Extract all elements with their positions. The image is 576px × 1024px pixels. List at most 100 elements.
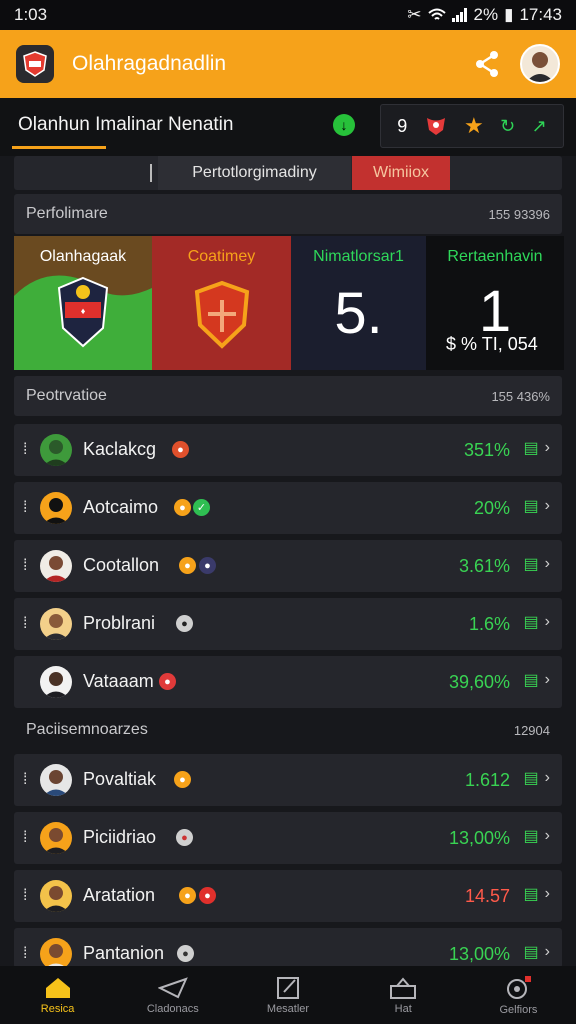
list-item-name: Aotcaimo [83,497,159,517]
medal-badge-icon: ● [174,499,191,516]
chevron-right-icon[interactable]: › [545,769,550,787]
list-item[interactable]: Vataaam ● 39,60% ▤ › [14,656,562,708]
list-item[interactable]: ⁞ Povaltiak ● 1.612 ▤ › [14,754,562,806]
list-item[interactable]: ⁞ Aotcaimo ● ✓ 20% ▤ › [14,482,562,534]
battery-percent: 2% [473,5,499,24]
nav-home[interactable]: Resica [0,966,115,1024]
chevron-right-icon[interactable]: › [545,555,550,573]
nav-note-label: Mesatler [266,1002,310,1015]
person-icon [43,614,69,640]
stats-icon[interactable]: ▤ [524,496,539,516]
list-item-value: 351% [463,440,510,460]
nav-note[interactable]: Mesatler [230,966,345,1024]
section-b-count: 12904 [513,722,550,738]
row-actions: ▤ › [524,826,550,846]
list-item[interactable]: ⁞ Kaclakcg ● 351% ▤ › [14,424,562,476]
stats-icon[interactable]: ▤ [524,438,539,458]
active-tab-indicator [12,146,106,149]
segment-tab-b[interactable]: Wimiiox [352,156,450,190]
list-item[interactable]: ⁞ Pantanion ● 13,00% ▤ › [14,928,562,970]
list-item[interactable]: ⁞ Problrani ● 1.6% ▤ › [14,598,562,650]
share-icon[interactable] [472,49,502,79]
download-icon[interactable]: ↓ [333,114,355,136]
segmented-control: Pertotlorgimadiny Wimiiox [14,156,562,190]
home-icon [45,977,70,998]
list-item-name: Kaclakcg [83,439,157,459]
stats-icon[interactable]: ▤ [524,768,539,788]
profile-avatar[interactable] [520,44,560,84]
settings-icon [507,975,532,999]
avatar [40,608,72,640]
chevron-right-icon[interactable]: › [545,885,550,903]
stats-icon[interactable]: ▤ [524,884,539,904]
nav-settings[interactable]: Gelfiors [461,966,576,1024]
segment-divider [150,164,152,182]
segment-tab-a[interactable]: Pertotlorgimadiny [158,156,351,190]
chevron-right-icon[interactable]: › [545,613,550,631]
stats-icon[interactable]: ▤ [524,554,539,574]
battery-icon: ▮ [504,5,514,24]
list-item[interactable]: ⁞ Piciidriao ● 13,00% ▤ › [14,812,562,864]
list-item-value: 13,00% [448,828,510,848]
info-badge-icon: ● [176,615,193,632]
tile-points[interactable]: Rertaenhavin 1 $ % TI, 054 [426,236,564,370]
tile-shield[interactable]: Coatimey [152,236,291,370]
trend-icon[interactable]: ↗ [532,116,547,137]
signal-icon [451,8,467,22]
list-item-name: Povaltiak [83,769,157,789]
stats-icon[interactable]: ▤ [524,670,539,690]
section-tab-title[interactable]: Olanhun Imalinar Nenatin [18,114,233,136]
person-icon [43,498,69,524]
chevron-right-icon[interactable]: › [545,497,550,515]
person-icon [43,886,69,912]
section-b-header[interactable]: Paciisemnoarzes 12904 [14,710,562,750]
drag-handle-icon[interactable]: ⁞ [23,829,27,847]
list-item[interactable]: ⁞ Aratation ● ● 14.57 ▤ › [14,870,562,922]
list-item[interactable]: ⁞ Cootallon ● ● 3.61% ▤ › [14,540,562,592]
flag-badge-icon: ● [172,441,189,458]
performance-header[interactable]: Perfolimare 155 93396 [14,194,562,234]
stats-icon[interactable]: ▤ [524,826,539,846]
drag-handle-icon[interactable]: ⁞ [23,441,27,459]
performance-count: 155 93396 [488,206,550,222]
chevron-right-icon[interactable]: › [545,439,550,457]
app-logo[interactable] [16,45,54,83]
drag-handle-icon[interactable]: ⁞ [23,945,27,963]
status-bar: 1:03 ✂ 2% ▮ 17:43 [0,0,576,30]
team-badge-icon[interactable] [424,115,448,137]
tile-rank-value: 5. [334,281,383,346]
section-a-header[interactable]: Peotrvatioe 155 436% [14,376,562,416]
avatar [40,492,72,524]
refresh-icon[interactable]: ↻ [500,116,515,137]
chevron-right-icon[interactable]: › [545,943,550,961]
person-icon [43,440,69,466]
stats-icon[interactable]: ▤ [524,612,539,632]
person-icon [43,556,69,582]
drag-handle-icon[interactable]: ⁞ [23,499,27,517]
drag-handle-icon[interactable]: ⁞ [23,615,27,633]
list-item-value: 20% [473,498,510,518]
chevron-right-icon[interactable]: › [545,671,550,689]
wifi-icon [427,8,446,20]
section-b-title: Paciisemnoarzes [26,721,148,738]
person-icon [43,770,69,796]
stats-icon[interactable]: ▤ [524,942,539,962]
section-a-count: 155 436% [491,388,550,404]
row-actions: ▤ › [524,612,550,632]
nav-home-label: Resica [40,1002,75,1015]
nav-bag[interactable]: Hat [346,966,461,1024]
tile-team[interactable]: Olanhagaak ♦ [14,236,152,370]
tile-rank[interactable]: Nimatlorsar1 5. [291,236,426,370]
nav-send[interactable]: Cladonacs [115,966,230,1024]
list-item-name: Problrani [83,613,156,633]
svg-text:♦: ♦ [81,306,86,316]
star-icon[interactable]: ★ [464,113,484,139]
shield-icon [194,280,250,349]
flag-badge-icon: ● [159,673,176,690]
drag-handle-icon[interactable]: ⁞ [23,557,27,575]
section-a-title: Peotrvatioe [26,387,107,404]
drag-handle-icon[interactable]: ⁞ [23,887,27,905]
drag-handle-icon[interactable]: ⁞ [23,771,27,789]
tile-shield-label: Coatimey [187,248,256,265]
chevron-right-icon[interactable]: › [545,827,550,845]
